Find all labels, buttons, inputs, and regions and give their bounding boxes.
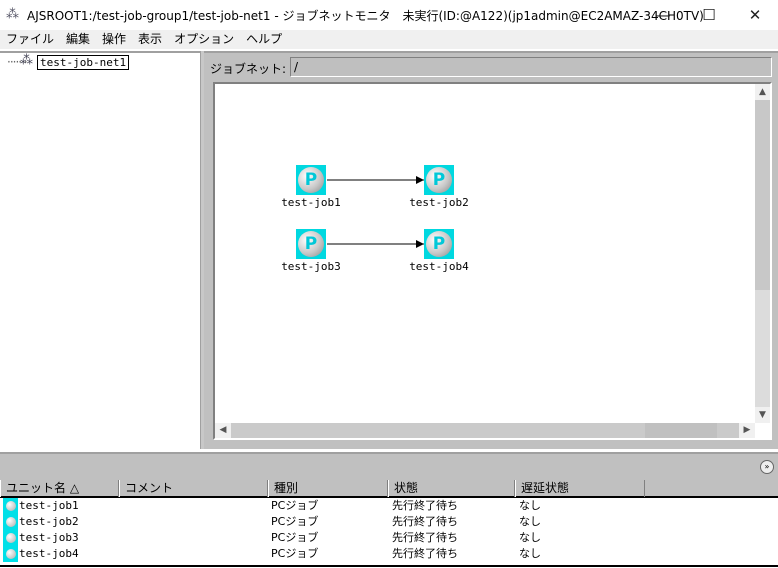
column-header-status[interactable]: 状態: [388, 480, 515, 497]
minimize-button[interactable]: —: [640, 0, 686, 30]
column-header-unit-name[interactable]: ユニット名 △: [0, 480, 119, 497]
list-bottom-border: [0, 565, 778, 567]
cell-unit-name: test-job2: [19, 515, 79, 528]
job-icon[interactable]: P: [296, 165, 326, 195]
job-label: test-job1: [281, 196, 341, 209]
cell-type: PCジョブ: [271, 499, 319, 512]
cell-type: PCジョブ: [271, 515, 319, 528]
cell-status: 先行終了待ち: [392, 515, 458, 528]
cell-status: 先行終了待ち: [392, 547, 458, 560]
jobnet-label: ジョブネット:: [210, 62, 287, 76]
job-label: test-job4: [409, 260, 469, 273]
tree-pane: ······· ⁂ test-job-net1: [0, 51, 200, 449]
window-title: AJSROOT1:/test-job-group1/test-job-net1 …: [27, 9, 704, 23]
scroll-down-icon[interactable]: ▼: [755, 407, 770, 423]
list-toolbar: »: [0, 452, 778, 480]
horizontal-scroll-thumb[interactable]: [645, 423, 717, 438]
collapse-icon[interactable]: »: [760, 460, 774, 474]
cell-status: 先行終了待ち: [392, 499, 458, 512]
scroll-right-icon[interactable]: ▶: [739, 423, 755, 438]
cell-delay: なし: [519, 515, 541, 528]
vertical-scrollbar[interactable]: ▲ ▼: [755, 84, 770, 423]
job-label: test-job3: [281, 260, 341, 273]
status-icon: [3, 530, 18, 546]
menu-options[interactable]: オプション: [168, 30, 240, 49]
cell-status: 先行終了待ち: [392, 531, 458, 544]
cell-delay: なし: [519, 499, 541, 512]
list-header: ユニット名 △ コメント 種別 状態 遅延状態: [0, 480, 778, 498]
cell-unit-name: test-job1: [19, 499, 79, 512]
cell-delay: なし: [519, 547, 541, 560]
cell-unit-name: test-job3: [19, 531, 79, 544]
column-header-type[interactable]: 種別: [268, 480, 388, 497]
cell-type: PCジョブ: [271, 531, 319, 544]
scroll-left-icon[interactable]: ◀: [215, 423, 231, 438]
menu-help[interactable]: ヘルプ: [240, 30, 288, 49]
jobnet-icon: ⁂: [20, 53, 33, 68]
tree-item-jobnet[interactable]: test-job-net1: [37, 55, 130, 70]
column-header-comment[interactable]: コメント: [119, 480, 268, 497]
menu-bar: ファイル 編集 操作 表示 オプション ヘルプ: [0, 30, 778, 49]
maximize-button[interactable]: ☐: [686, 0, 732, 30]
job-icon[interactable]: P: [424, 165, 454, 195]
horizontal-scrollbar[interactable]: ◀ ▶: [215, 423, 755, 438]
app-icon: ⁂: [6, 7, 19, 22]
jobnet-path-field: /: [290, 57, 772, 77]
job-icon[interactable]: P: [424, 229, 454, 259]
status-icon: [3, 514, 18, 530]
scroll-up-icon[interactable]: ▲: [755, 84, 770, 100]
status-icon: [3, 546, 18, 562]
table-row[interactable]: test-job3 PCジョブ 先行終了待ち なし: [0, 530, 778, 546]
job-icon[interactable]: P: [296, 229, 326, 259]
column-header-delay[interactable]: 遅延状態: [515, 480, 645, 497]
menu-edit[interactable]: 編集: [60, 30, 96, 49]
cell-type: PCジョブ: [271, 547, 319, 560]
close-button[interactable]: ✕: [732, 0, 778, 30]
cell-unit-name: test-job4: [19, 547, 79, 560]
job-label: test-job2: [409, 196, 469, 209]
menu-view[interactable]: 表示: [132, 30, 168, 49]
table-row[interactable]: test-job4 PCジョブ 先行終了待ち なし: [0, 546, 778, 562]
menu-file[interactable]: ファイル: [0, 30, 60, 49]
jobnet-canvas[interactable]: P test-job1 P test-job2 P test-job3 P te…: [213, 82, 772, 440]
cell-delay: なし: [519, 531, 541, 544]
table-row[interactable]: test-job1 PCジョブ 先行終了待ち なし: [0, 498, 778, 514]
menu-operation[interactable]: 操作: [96, 30, 132, 49]
vertical-scroll-thumb[interactable]: [755, 100, 770, 290]
status-icon: [3, 498, 18, 514]
table-row[interactable]: test-job2 PCジョブ 先行終了待ち なし: [0, 514, 778, 530]
title-bar: ⁂ AJSROOT1:/test-job-group1/test-job-net…: [0, 0, 778, 30]
